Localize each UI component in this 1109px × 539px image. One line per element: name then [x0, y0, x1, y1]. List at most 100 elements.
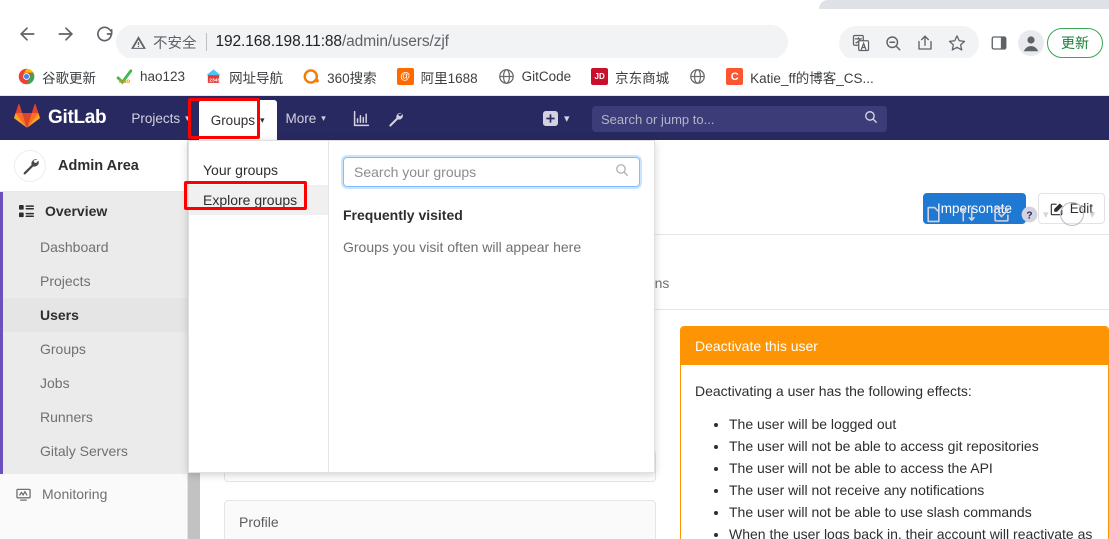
address-bar[interactable]: 不安全 192.168.198.11:88/admin/users/zjf — [116, 25, 788, 59]
bookmark-item[interactable]: 360搜索 — [295, 64, 385, 90]
gitlab-navbar: GitLab Projects ▾ Groups ▾ More ▾ ▾ ? ▾ … — [0, 96, 1109, 226]
search-icon — [864, 110, 878, 129]
sidebar-item-label: Groups — [40, 341, 86, 357]
bookmarks-bar: 谷歌更新 hao hao123 2345 网址导航 360搜索 @ 阿里1688 — [0, 58, 1109, 96]
globe-icon — [689, 68, 706, 85]
sidebar-item-users[interactable]: Users — [3, 298, 187, 332]
help-button[interactable]: ? ▾ — [1021, 192, 1049, 236]
not-secure-warning-icon — [130, 34, 147, 51]
avatar — [1060, 202, 1085, 226]
sidebar-item-label: Users — [40, 307, 79, 323]
bookmark-item[interactable]: C Katie_ff的博客_CS... — [718, 64, 882, 90]
nav-item-label: Groups — [210, 112, 255, 128]
sidebar-item-gitaly-servers[interactable]: Gitaly Servers — [3, 434, 187, 468]
gitlab-logo[interactable]: GitLab — [14, 103, 107, 133]
admin-sidebar: Admin Area Overview Dashboard Projects U… — [0, 140, 188, 539]
bookmark-label: hao123 — [140, 69, 186, 84]
bookmark-label: 谷歌更新 — [42, 70, 96, 86]
sidebar-item-label: Projects — [40, 273, 91, 289]
2345-icon: 2345 — [205, 68, 222, 85]
dropdown-tab-your-groups[interactable]: Your groups — [189, 155, 328, 185]
url-path: /admin/users/zjf — [341, 33, 449, 50]
sidebar-subitems: Dashboard Projects Users Groups Jobs Run… — [0, 230, 187, 474]
sidebar-item-runners[interactable]: Runners — [3, 400, 187, 434]
merge-requests-icon[interactable] — [953, 192, 983, 236]
chrome-icon — [18, 68, 35, 85]
chevron-down-icon: ▾ — [259, 114, 265, 125]
back-arrow-icon[interactable] — [12, 19, 42, 49]
search-box[interactable] — [592, 106, 887, 132]
share-icon[interactable] — [909, 28, 941, 58]
page-scrollbar-thumb[interactable] — [188, 470, 200, 539]
bookmark-label: 360搜索 — [327, 70, 377, 86]
new-item-button[interactable]: ▾ — [543, 110, 570, 126]
profile-card-title: Profile — [239, 514, 279, 530]
csdn-icon: C — [726, 68, 744, 85]
bookmark-item[interactable]: GitCode — [490, 64, 580, 90]
sidebar-item-overview[interactable]: Overview — [0, 192, 187, 230]
wrench-icon[interactable] — [381, 96, 411, 140]
sidebar-monitoring-label: Monitoring — [42, 486, 108, 502]
tab-strip — [0, 0, 1109, 9]
background-tab[interactable] — [819, 0, 1109, 9]
url-text: 192.168.198.11:88/admin/users/zjf — [216, 33, 450, 51]
gitlab-brand-label: GitLab — [48, 107, 107, 128]
user-menu-button[interactable]: ▾ — [1052, 192, 1095, 236]
issues-icon[interactable] — [919, 192, 949, 236]
bookmark-label: Katie_ff的博客_CS... — [750, 70, 874, 86]
dropdown-tab-explore-groups[interactable]: Explore groups — [189, 185, 328, 215]
search-icon — [615, 163, 629, 182]
browser-toolbar: 不安全 192.168.198.11:88/admin/users/zjf 更新 — [0, 9, 1109, 60]
sidebar-item-monitoring[interactable]: Monitoring — [0, 474, 187, 514]
sidebar-item-jobs[interactable]: Jobs — [3, 366, 187, 400]
globe-icon — [498, 68, 515, 85]
svg-text:2345: 2345 — [209, 77, 220, 83]
profile-card: Profile — [224, 500, 656, 539]
gitlab-tanuki-icon — [14, 103, 40, 133]
update-button[interactable]: 更新 — [1047, 27, 1103, 58]
nav-item-label: More — [285, 110, 317, 126]
chevron-down-icon: ▾ — [1042, 208, 1049, 221]
groups-search-input[interactable] — [354, 164, 615, 180]
sidebar-item-projects[interactable]: Projects — [3, 264, 187, 298]
deactivate-panel-body: Deactivating a user has the following ef… — [681, 365, 1108, 539]
monitor-icon — [16, 487, 31, 502]
translate-icon[interactable] — [845, 28, 877, 58]
bookmark-item[interactable]: 2345 网址导航 — [197, 64, 291, 90]
groups-dropdown-tabs: Your groups Explore groups — [189, 141, 329, 472]
forward-arrow-icon[interactable] — [51, 19, 81, 49]
star-icon[interactable] — [941, 28, 973, 58]
sidebar-header[interactable]: Admin Area — [0, 140, 187, 192]
list-item: The user will be logged out — [729, 413, 1094, 435]
bookmark-item[interactable]: hao hao123 — [108, 64, 193, 90]
sidebar-overview-label: Overview — [45, 203, 108, 219]
list-item: The user will not be able to access the … — [729, 457, 1094, 479]
zoom-out-icon[interactable] — [877, 28, 909, 58]
sidebar-item-dashboard[interactable]: Dashboard — [3, 230, 187, 264]
frequently-visited-empty-text: Groups you visit often will appear here — [343, 239, 582, 255]
bookmark-item[interactable]: JD 京东商城 — [583, 64, 677, 90]
browser-window: 不安全 192.168.198.11:88/admin/users/zjf 更新… — [0, 0, 1109, 539]
navbar-right-actions: ? ▾ ▾ — [915, 192, 1101, 236]
bookmark-item[interactable]: @ 阿里1688 — [389, 64, 486, 90]
not-secure-label: 不安全 — [153, 35, 197, 52]
svg-text:hao: hao — [119, 78, 130, 85]
bookmark-item[interactable] — [681, 64, 714, 90]
nav-item-groups[interactable]: Groups ▾ — [198, 100, 277, 140]
overview-grid-icon — [19, 204, 34, 219]
nav-item-label: Projects — [131, 110, 181, 126]
search-input[interactable] — [601, 111, 864, 127]
nav-item-more[interactable]: More ▾ — [277, 96, 335, 140]
groups-search-box[interactable] — [343, 157, 640, 187]
bookmark-item[interactable]: 谷歌更新 — [10, 64, 104, 90]
profile-icon[interactable] — [1015, 28, 1047, 58]
nav-item-projects[interactable]: Projects ▾ — [122, 96, 198, 140]
todos-icon[interactable] — [987, 192, 1017, 236]
side-panel-icon[interactable] — [983, 28, 1015, 58]
analytics-icon[interactable] — [347, 96, 377, 140]
omnibox-action-group — [839, 25, 979, 60]
deactivate-lead-text: Deactivating a user has the following ef… — [695, 383, 972, 399]
sidebar-item-groups[interactable]: Groups — [3, 332, 187, 366]
plus-square-icon — [543, 110, 558, 126]
list-item: When the user logs back in, their accoun… — [729, 523, 1094, 539]
